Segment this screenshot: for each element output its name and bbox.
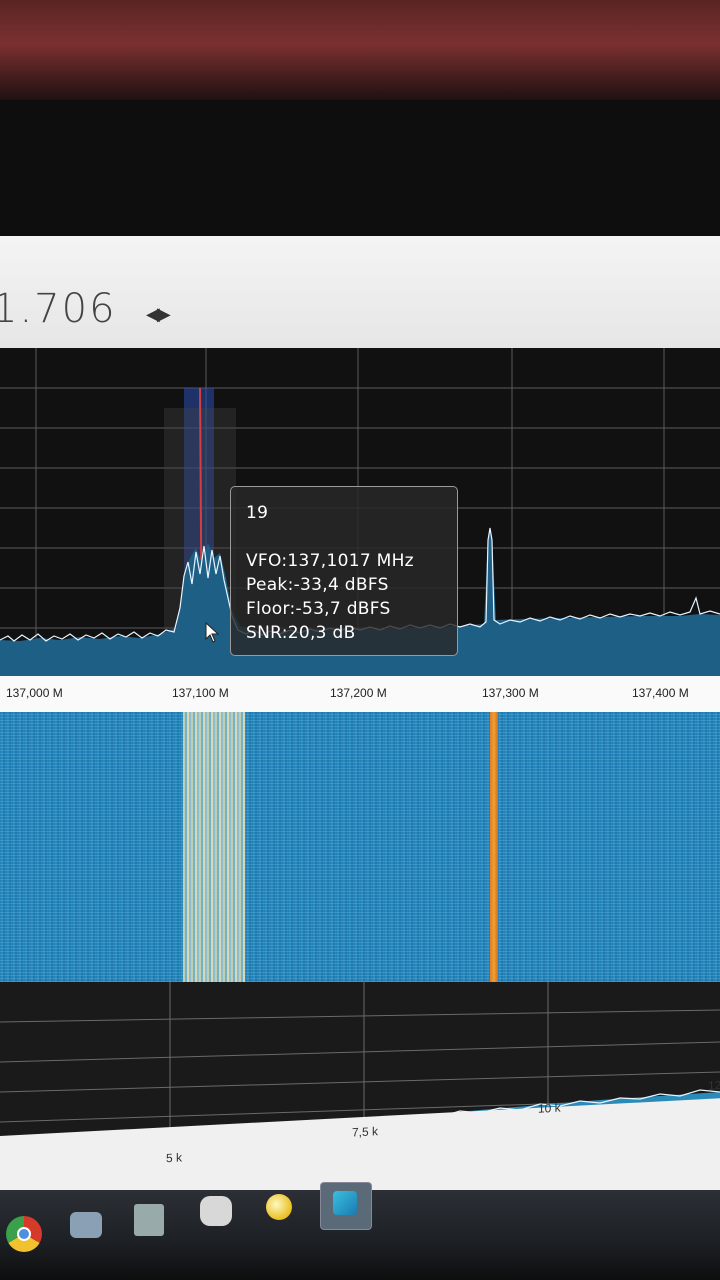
background-photo	[0, 0, 720, 110]
tooltip-snr: SNR:20,3 dB	[246, 623, 356, 643]
network-icon[interactable]	[134, 1204, 164, 1236]
frequency-axis: 137,000 M 137,100 M 137,200 M 137,300 M …	[0, 676, 720, 712]
mouse-pointer-icon	[205, 622, 220, 643]
taskbar	[0, 1182, 720, 1280]
frequency-bar: 1.706 ◀▶	[0, 236, 720, 348]
vfo-frequency-display[interactable]: 1.706	[0, 286, 117, 332]
waterfall-signal-band	[183, 712, 245, 982]
freq-tick-label: 137,200 M	[330, 686, 387, 700]
sun-app-icon[interactable]	[266, 1194, 292, 1220]
chrome-icon[interactable]	[6, 1216, 42, 1252]
tooltip-noise-floor: Floor:-53,7 dBFS	[246, 599, 391, 619]
freq-tick-label: 137,000 M	[6, 686, 63, 700]
waterfall-display[interactable]	[0, 712, 720, 982]
freq-tick-label: 137,100 M	[172, 686, 229, 700]
explorer-icon[interactable]	[70, 1212, 102, 1238]
waterfall-beacon-line	[490, 712, 498, 982]
audio-tick-label: 7,5 k	[352, 1124, 379, 1140]
sdr-app-icon[interactable]	[320, 1182, 372, 1230]
audio-tick-label: 10 k	[538, 1100, 561, 1116]
tooltip-peak-level: Peak:-33,4 dBFS	[246, 575, 389, 595]
signal-tooltip: 19 VFO:137,1017 MHz Peak:-33,4 dBFS Floo…	[230, 486, 458, 656]
audio-tick-label: 5 k	[166, 1150, 183, 1166]
tune-arrows-icon[interactable]: ◀▶	[146, 304, 171, 325]
audio-tick-label: 12	[708, 1078, 720, 1093]
freq-tick-label: 137,300 M	[482, 686, 539, 700]
freq-tick-label: 137,400 M	[632, 686, 689, 700]
cloud-app-icon[interactable]	[200, 1196, 232, 1226]
tooltip-vfo-frequency: VFO:137,1017 MHz	[246, 551, 414, 571]
tooltip-index: 19	[246, 503, 269, 523]
waterfall-noise	[0, 712, 720, 982]
laptop-bezel	[0, 100, 720, 240]
sdr-application-window: 1.706 ◀▶ 137,000 M 137,100 M 137,200 M 1…	[0, 236, 720, 1236]
